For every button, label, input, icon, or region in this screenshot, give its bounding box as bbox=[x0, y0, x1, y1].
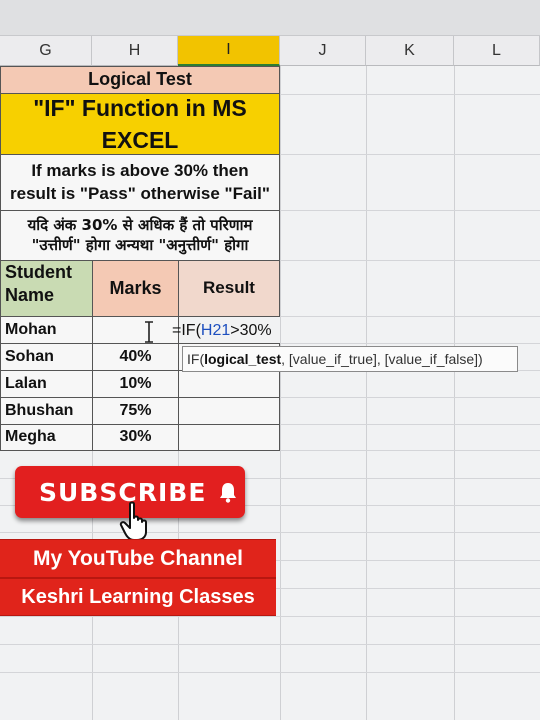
marks-cell[interactable]: 75% bbox=[92, 397, 179, 425]
header-name-line-2: Name bbox=[5, 285, 55, 306]
tooltip-current-arg: logical_test bbox=[204, 351, 282, 367]
column-header-k[interactable]: K bbox=[366, 36, 454, 66]
youtube-channel-banner[interactable]: My YouTube Channel bbox=[0, 539, 276, 578]
name-cell[interactable]: Lalan bbox=[0, 370, 93, 398]
channel-name-banner[interactable]: Keshri Learning Classes bbox=[0, 578, 276, 616]
heading-line-1: "IF" Function in MS bbox=[33, 94, 247, 121]
text-cursor-icon bbox=[142, 320, 156, 344]
desc-hi-line-1: यदि अंक 30% से अधिक हैं तो परिणाम bbox=[27, 216, 253, 234]
marks-cell[interactable]: 40% bbox=[92, 343, 179, 371]
description-english-cell[interactable]: If marks is above 30% then result is "Pa… bbox=[0, 154, 280, 211]
function-tooltip[interactable]: IF(logical_test, [value_if_true], [value… bbox=[182, 346, 518, 372]
column-header-g[interactable]: G bbox=[0, 36, 92, 66]
formula-cell-reference: H21 bbox=[200, 322, 231, 339]
desc-en-line-2: result is "Pass" otherwise "Fail" bbox=[10, 183, 270, 203]
marks-cell[interactable]: 10% bbox=[92, 370, 179, 398]
active-cell-formula[interactable]: =IF(H21 >30% bbox=[172, 320, 272, 342]
ribbon-area bbox=[0, 0, 540, 36]
header-student-name[interactable]: Student Name bbox=[0, 260, 93, 317]
name-cell[interactable]: Sohan bbox=[0, 343, 93, 371]
name-cell[interactable]: Mohan bbox=[0, 316, 93, 344]
name-cell[interactable]: Bhushan bbox=[0, 397, 93, 425]
desc-hi-line-2: "उत्तीर्ण" होगा अन्यथा "अनुत्तीर्ण" होगा bbox=[31, 235, 249, 254]
heading-cell[interactable]: "IF" Function in MS EXCEL bbox=[0, 93, 280, 155]
marks-cell[interactable] bbox=[92, 316, 179, 344]
tooltip-rest: , [value_if_true], [value_if_false]) bbox=[281, 351, 483, 367]
heading-line-2: EXCEL bbox=[101, 127, 179, 153]
header-name-line-1: Student bbox=[5, 262, 72, 282]
hand-pointer-icon bbox=[118, 500, 158, 542]
result-cell[interactable] bbox=[178, 370, 280, 398]
result-cell[interactable] bbox=[178, 424, 280, 451]
column-header-h[interactable]: H bbox=[92, 36, 178, 66]
name-cell[interactable]: Megha bbox=[0, 424, 93, 451]
marks-cell[interactable]: 30% bbox=[92, 424, 179, 451]
desc-en-line-1: If marks is above 30% then bbox=[31, 161, 249, 181]
formula-suffix: >30% bbox=[230, 322, 272, 339]
column-header-i[interactable]: I bbox=[178, 36, 280, 66]
bell-icon bbox=[218, 481, 238, 503]
header-result[interactable]: Result bbox=[178, 260, 280, 317]
column-header-l[interactable]: L bbox=[454, 36, 540, 66]
description-hindi-cell[interactable]: यदि अंक 30% से अधिक हैं तो परिणाम "उत्ती… bbox=[0, 210, 280, 261]
formula-prefix: =IF( bbox=[172, 322, 201, 339]
tooltip-function: IF( bbox=[187, 351, 205, 367]
result-cell[interactable] bbox=[178, 397, 280, 425]
title-cell[interactable]: Logical Test bbox=[0, 66, 280, 94]
header-marks[interactable]: Marks bbox=[92, 260, 179, 317]
column-header-j[interactable]: J bbox=[280, 36, 366, 66]
